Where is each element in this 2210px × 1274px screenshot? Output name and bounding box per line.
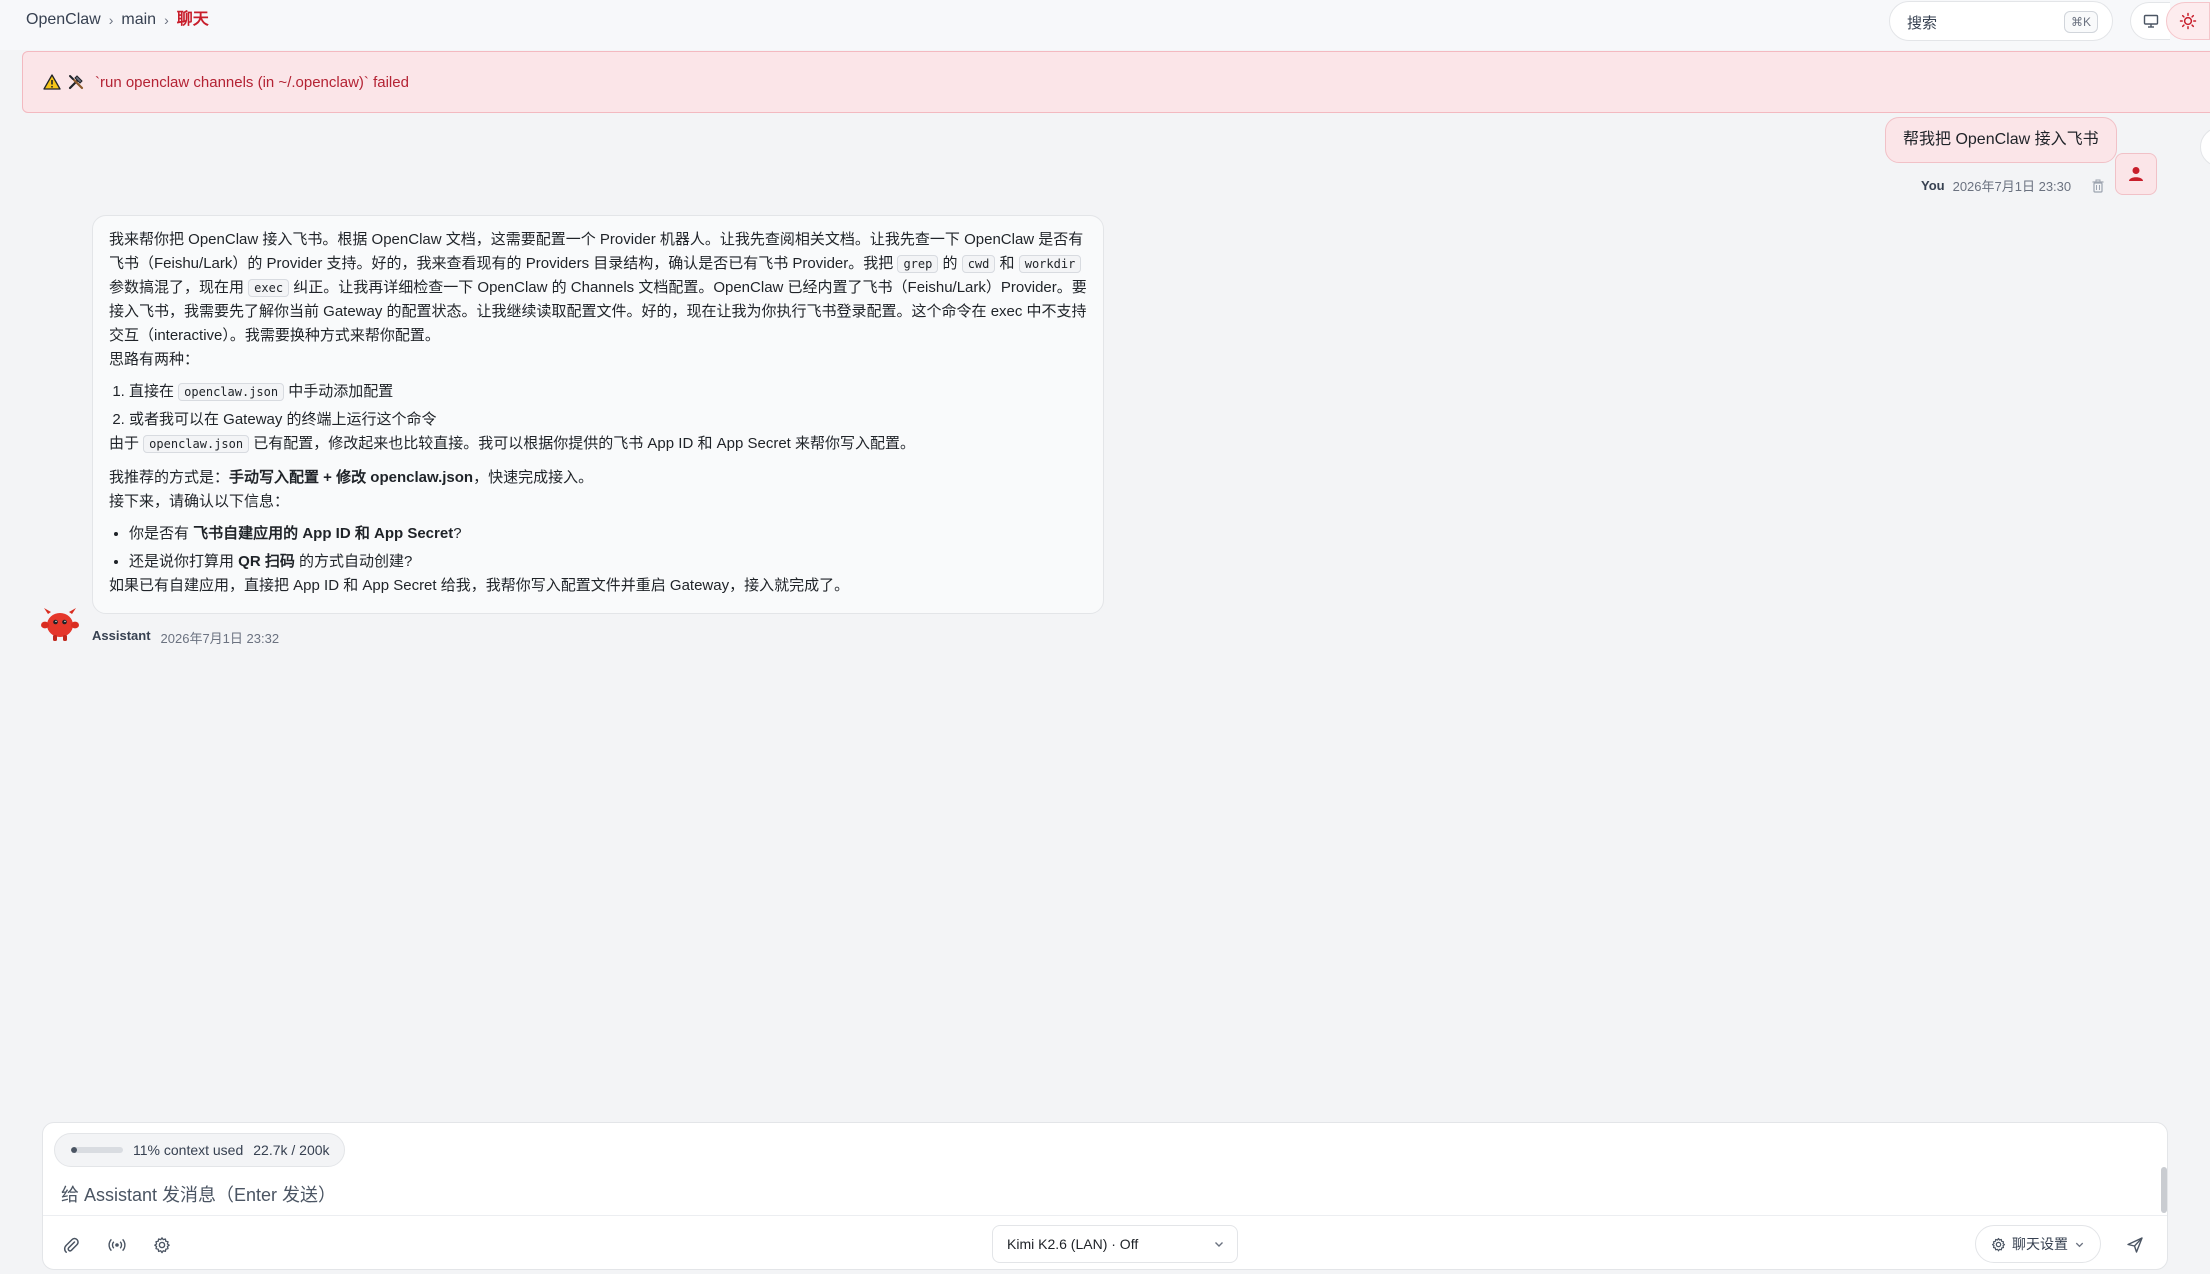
user-message-bubble: 帮我把 OpenClaw 接入飞书 xyxy=(1885,117,2117,163)
composer-divider xyxy=(43,1215,2167,1216)
inline-code: grep xyxy=(897,255,939,273)
bold-text: QR 扫码 xyxy=(238,553,295,570)
assistant-name: Assistant xyxy=(92,628,151,643)
assistant-paragraph: 由于 openclaw.json 已有配置，修改起来也比较直接。我可以根据你提供… xyxy=(109,432,1087,456)
bold-text: 飞书自建应用的 App ID 和 App Secret xyxy=(193,525,454,542)
chevron-down-icon xyxy=(2075,1242,2084,1247)
text-run: 我推荐的方式是： xyxy=(109,469,230,486)
assistant-paragraph: 如果已有自建应用，直接把 App ID 和 App Secret 给我，我帮你写… xyxy=(109,577,850,594)
list-item: 或者我可以在 Gateway 的终端上运行这个命令 xyxy=(129,408,1087,432)
model-select[interactable]: Kimi K2.6 (LAN) · Off xyxy=(992,1225,1238,1263)
text-run: 和 xyxy=(995,255,1019,272)
chevron-right-icon: › xyxy=(108,12,114,28)
chevron-right-icon: › xyxy=(164,12,169,28)
side-panel-toggle[interactable] xyxy=(2200,127,2210,167)
breadcrumb-branch[interactable]: main xyxy=(121,10,156,30)
user-message-time: 2026年7月1日 23:30 xyxy=(1952,179,2072,194)
lobster-mascot-icon xyxy=(41,608,79,641)
error-message: `run openclaw channels (in ~/.openclaw)`… xyxy=(95,73,409,91)
search-shortcut: ⌘K xyxy=(2063,11,2098,33)
assistant-paragraph: 接下来，请确认以下信息： xyxy=(109,493,290,510)
gear-icon xyxy=(154,1237,170,1254)
sun-icon xyxy=(2179,12,2197,30)
user-message-meta: You 2026年7月1日 23:30 xyxy=(1921,176,2105,195)
breadcrumb-current: 聊天 xyxy=(176,11,209,28)
text-run: ，快速完成接入。 xyxy=(473,469,594,486)
bold-text: 手动写入配置 + 修改 openclaw.json xyxy=(229,469,474,486)
assistant-message-bubble: 我来帮你把 OpenClaw 接入飞书。根据 OpenClaw 文档，这需要配置… xyxy=(92,215,1104,614)
monitor-button[interactable] xyxy=(2130,2,2170,40)
user-avatar xyxy=(2115,153,2157,195)
user-icon xyxy=(2129,167,2143,181)
text-run: 由于 xyxy=(109,435,144,452)
search-button[interactable]: 搜索 ⌘K xyxy=(1889,1,2113,41)
assistant-paragraph: 我来帮你把 OpenClaw 接入飞书。根据 OpenClaw 文档，这需要配置… xyxy=(109,228,1087,348)
context-usage-label: 11% context used xyxy=(133,1142,244,1158)
monitor-icon xyxy=(2143,14,2158,28)
text-run: 的方式自动创建? xyxy=(294,553,413,570)
text-run: 中手动添加配置 xyxy=(284,383,394,400)
message-composer: 11% context used 22.7k / 200k Kimi K2.6 … xyxy=(42,1122,2168,1270)
assistant-message-time: 2026年7月1日 23:32 xyxy=(160,631,280,646)
model-select-value: Kimi K2.6 (LAN) · Off xyxy=(1007,1236,1139,1252)
error-banner: `run openclaw channels (in ~/.openclaw)`… xyxy=(22,51,2210,113)
warning-icon xyxy=(43,74,61,90)
breadcrumb-app[interactable]: OpenClaw xyxy=(26,10,101,30)
attach-button[interactable] xyxy=(55,1229,87,1261)
message-input[interactable] xyxy=(59,1177,2139,1213)
tools-icon xyxy=(68,75,84,90)
chat-settings-label: 聊天设置 xyxy=(2012,1236,2068,1252)
chat-settings-button[interactable]: 聊天设置 xyxy=(1975,1225,2101,1263)
voice-button[interactable] xyxy=(101,1229,133,1261)
theme-toggle-button[interactable] xyxy=(2166,2,2210,40)
inline-code: openclaw.json xyxy=(143,435,250,453)
text-run: 的 xyxy=(938,255,962,272)
options-list: 直接在 openclaw.json 中手动添加配置 或者我可以在 Gateway… xyxy=(109,380,1087,432)
text-run: 你是否有 xyxy=(129,525,194,542)
text-run: 已有配置，修改起来也比较直接。我可以根据你提供的飞书 App ID 和 App … xyxy=(249,435,916,452)
gear-icon xyxy=(1991,1237,2006,1251)
inline-code: openclaw.json xyxy=(178,383,285,401)
send-icon xyxy=(2127,1237,2143,1253)
list-item: 你是否有 飞书自建应用的 App ID 和 App Secret? xyxy=(129,522,1087,546)
chevron-down-icon xyxy=(1215,1242,1223,1247)
text-run: 参数搞混了，现在用 xyxy=(109,279,249,296)
context-progress-bar xyxy=(71,1147,123,1153)
input-scrollbar[interactable] xyxy=(2161,1167,2167,1213)
text-run: 还是说你打算用 xyxy=(129,553,239,570)
context-token-count: 22.7k / 200k xyxy=(253,1142,330,1158)
send-button[interactable] xyxy=(2119,1229,2151,1261)
text-run: 直接在 xyxy=(129,383,179,400)
list-item: 直接在 openclaw.json 中手动添加配置 xyxy=(129,380,1087,404)
assistant-message-meta: Assistant 2026年7月1日 23:32 xyxy=(92,628,279,647)
questions-list: 你是否有 飞书自建应用的 App ID 和 App Secret? 还是说你打算… xyxy=(109,522,1087,574)
breadcrumb: OpenClaw › main › 聊天 xyxy=(26,10,209,30)
composer-settings-button[interactable] xyxy=(146,1229,178,1261)
paperclip-icon xyxy=(63,1237,79,1253)
context-progress-fill xyxy=(71,1147,77,1153)
inline-code: exec xyxy=(248,279,290,297)
ideas-intro: 思路有两种： xyxy=(109,351,200,368)
assistant-paragraph: 我推荐的方式是：手动写入配置 + 修改 openclaw.json，快速完成接入… xyxy=(109,466,1087,490)
assistant-avatar xyxy=(40,604,80,644)
list-item: 还是说你打算用 QR 扫码 的方式自动创建? xyxy=(129,550,1087,574)
inline-code: cwd xyxy=(961,255,996,273)
search-placeholder: 搜索 xyxy=(1907,15,1938,32)
text-run: ? xyxy=(453,525,462,542)
top-bar: OpenClaw › main › 聊天 搜索 ⌘K xyxy=(0,0,2210,50)
user-name: You xyxy=(1921,178,1945,193)
context-usage-pill[interactable]: 11% context used 22.7k / 200k xyxy=(54,1133,345,1167)
broadcast-icon xyxy=(108,1238,126,1252)
trash-icon[interactable] xyxy=(2091,179,2105,193)
inline-code: workdir xyxy=(1018,255,1082,273)
